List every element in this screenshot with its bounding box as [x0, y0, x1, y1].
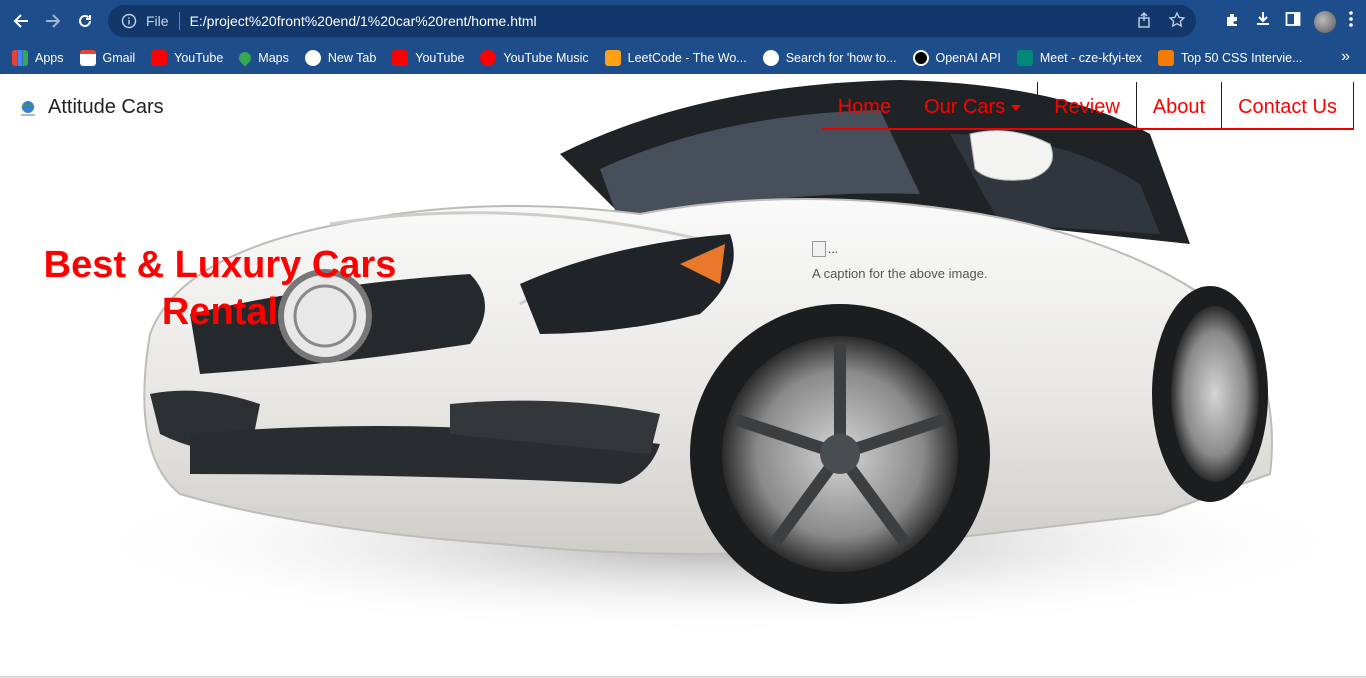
nav-home[interactable]: Home — [822, 82, 907, 128]
meet-icon — [1016, 50, 1033, 66]
bookmark-label: Top 50 CSS Intervie... — [1180, 51, 1303, 65]
nav-label: Contact Us — [1238, 96, 1337, 118]
web-page: Attitude Cars Home Our Cars Review About… — [0, 74, 1366, 678]
bookmark-label: Maps — [258, 51, 289, 65]
bookmark-label: Search for 'how to... — [785, 51, 897, 65]
url-text[interactable]: E:/project%20front%20end/1%20car%20rent/… — [190, 13, 537, 29]
forward-icon[interactable] — [42, 10, 64, 32]
image-alt-text: ... — [828, 242, 839, 256]
extensions-icon[interactable] — [1224, 10, 1242, 33]
share-icon[interactable] — [1136, 11, 1154, 34]
caret-down-icon — [1011, 104, 1022, 111]
profile-avatar[interactable] — [1314, 10, 1336, 33]
bookmark-youtube-2[interactable]: YouTube — [392, 50, 464, 66]
info-icon[interactable] — [120, 12, 138, 30]
bookmark-label: LeetCode - The Wo... — [627, 51, 747, 65]
gmail-icon — [79, 50, 96, 66]
nav-review[interactable]: Review — [1037, 82, 1136, 128]
browser-toolbar: File E:/project%20front%20end/1%20car%20… — [0, 0, 1366, 42]
main-nav: Home Our Cars Review About Contact Us — [821, 82, 1354, 130]
broken-image-icon — [812, 241, 826, 257]
brand[interactable]: Attitude Cars — [18, 96, 164, 119]
address-separator — [178, 12, 180, 30]
bookmark-openai[interactable]: OpenAI API — [912, 50, 1001, 66]
star-icon[interactable] — [1168, 11, 1186, 34]
bookmark-label: OpenAI API — [935, 51, 1001, 65]
bookmark-maps[interactable]: Maps — [236, 49, 289, 67]
nav-label: Home — [837, 96, 892, 118]
nav-label: About — [1152, 96, 1206, 118]
nav-label: Review — [1054, 96, 1120, 118]
bookmark-youtube-music[interactable]: YouTube Music — [480, 50, 589, 66]
bookmark-label: Apps — [35, 51, 64, 65]
bookmarks-more-button[interactable]: » — [1341, 48, 1350, 66]
figure-caption: A caption for the above image. — [812, 266, 988, 281]
nav-label: Our Cars — [924, 96, 1006, 118]
bookmark-label: YouTube — [415, 51, 465, 65]
orange-site-icon — [1157, 50, 1174, 66]
download-icon[interactable] — [1254, 10, 1272, 33]
brand-logo-icon — [18, 98, 38, 118]
leetcode-icon — [604, 50, 621, 66]
bookmark-label: Gmail — [102, 51, 136, 65]
hero-headline: Best & Luxury Cars Rental — [43, 244, 397, 333]
address-bar[interactable]: File E:/project%20front%20end/1%20car%20… — [108, 5, 1196, 37]
side-panel-icon[interactable] — [1284, 10, 1302, 33]
nav-contact-us[interactable]: Contact Us — [1221, 82, 1354, 128]
bookmark-apps[interactable]: Apps — [12, 50, 64, 66]
figure: ... A caption for the above image. — [812, 240, 988, 281]
globe-icon — [304, 50, 321, 66]
youtube-icon — [151, 50, 168, 66]
bookmark-label: New Tab — [327, 51, 377, 65]
apps-grid-icon — [12, 50, 28, 66]
hero-car-image — [80, 80, 1360, 634]
bookmark-search[interactable]: Search for 'how to... — [762, 50, 897, 66]
brand-name: Attitude Cars — [48, 96, 164, 118]
bookmark-css-interview[interactable]: Top 50 CSS Intervie... — [1157, 50, 1303, 66]
bookmark-label: YouTube — [174, 51, 224, 65]
bookmark-meet[interactable]: Meet - cze-kfyi-tex — [1016, 50, 1142, 66]
broken-image: ... — [812, 240, 988, 258]
youtube-icon — [392, 50, 409, 66]
bookmark-label: YouTube Music — [503, 51, 589, 65]
bookmarks-bar: Apps Gmail YouTube Maps New Tab YouTube … — [0, 42, 1366, 74]
openai-icon — [912, 50, 929, 66]
nav-about[interactable]: About — [1135, 82, 1221, 128]
bookmark-leetcode[interactable]: LeetCode - The Wo... — [604, 50, 747, 66]
back-icon[interactable] — [10, 10, 32, 32]
menu-kebab-icon[interactable] — [1348, 10, 1354, 33]
globe-icon — [762, 50, 779, 66]
bookmark-new-tab[interactable]: New Tab — [304, 50, 377, 66]
bookmark-gmail[interactable]: Gmail — [79, 50, 136, 66]
bookmark-label: Meet - cze-kfyi-tex — [1039, 51, 1142, 65]
reload-icon[interactable] — [74, 10, 96, 32]
bookmark-youtube[interactable]: YouTube — [151, 50, 223, 66]
scheme-label: File — [146, 13, 169, 29]
youtube-music-icon — [480, 50, 497, 66]
maps-icon — [236, 49, 254, 67]
nav-our-cars[interactable]: Our Cars — [907, 82, 1037, 128]
